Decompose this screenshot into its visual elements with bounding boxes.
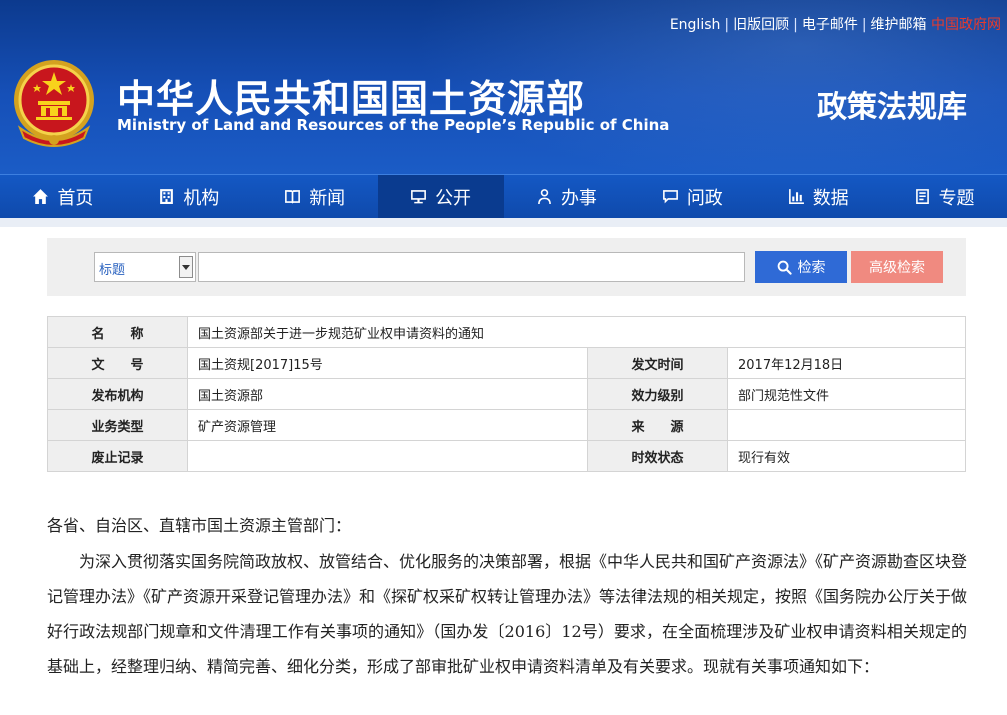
paragraph: 为深入贯彻落实国务院简政放权、放管结合、优化服务的决策部署，根据《中华人民共和国… (47, 552, 968, 676)
source-label: 来 源 (587, 409, 728, 441)
nav-item-services[interactable]: 办事 (504, 175, 630, 218)
repeal-label: 废止记录 (47, 440, 188, 472)
search-field-selected: 标题 (99, 263, 126, 278)
salutation: 各省、自治区、直辖市国土资源主管部门： (47, 516, 352, 535)
nav-label: 新闻 (309, 187, 346, 209)
nav-item-home[interactable]: 首页 (0, 175, 126, 218)
name-value: 国土资源部关于进一步规范矿业权申请资料的通知 (187, 316, 966, 348)
nav-item-org[interactable]: 机构 (126, 175, 252, 218)
org-icon (160, 189, 174, 204)
old-version-link[interactable]: 旧版回顾 (733, 14, 789, 34)
search-button-label: 检索 (797, 259, 826, 275)
issue-date-label: 发文时间 (587, 347, 728, 379)
table-row: 业务类型 矿产资源管理 来 源 (47, 409, 966, 441)
doc-icon (915, 189, 929, 204)
table-row: 发布机构 国土资源部 效力级别 部门规范性文件 (47, 378, 966, 410)
category-value: 矿产资源管理 (187, 409, 588, 441)
issuer-value: 国土资源部 (187, 378, 588, 410)
search-field-select[interactable]: 标题 (94, 252, 196, 282)
issuer-label: 发布机构 (47, 378, 188, 410)
site-title-cn: 中华人民共和国国土资源部 (117, 77, 586, 121)
nav-item-data[interactable]: 数据 (755, 175, 881, 218)
source-value (727, 409, 966, 441)
advanced-search-button[interactable]: 高级检索 (851, 251, 943, 283)
doc-no-value: 国土资规[2017]15号 (187, 347, 588, 379)
nav-label: 机构 (183, 187, 220, 209)
email-link[interactable]: 电子邮件 (802, 14, 858, 34)
table-row: 文 号 国土资规[2017]15号 发文时间 2017年12月18日 (47, 347, 966, 379)
nav-label: 首页 (57, 187, 94, 209)
chart-icon (788, 189, 804, 204)
site-header: English | 旧版回顾 | 电子邮件 | 维护邮箱 中国政府网 中华人民共和国国土资源… (0, 0, 1007, 174)
search-button[interactable]: 检索 (755, 251, 847, 283)
main-nav: 首页 机构 新闻 公开 办事 问政 数据 专题 (0, 174, 1007, 218)
gov-site-link[interactable]: 中国政府网 (931, 14, 1001, 34)
user-icon (538, 189, 551, 204)
name-label: 名 称 (47, 316, 188, 348)
separator: | (793, 17, 798, 33)
nav-label: 办事 (560, 187, 597, 209)
nav-item-news[interactable]: 新闻 (252, 175, 378, 218)
search-icon (777, 260, 792, 275)
nav-label: 专题 (938, 187, 975, 209)
doc-no-label: 文 号 (47, 347, 188, 379)
separator: | (861, 17, 867, 33)
chevron-down-icon[interactable] (179, 256, 193, 278)
maintenance-mail-link[interactable]: 维护邮箱 (871, 14, 927, 34)
repeal-value (187, 440, 588, 472)
separator: | (724, 17, 730, 33)
status-label: 时效状态 (587, 440, 728, 472)
national-emblem-icon (14, 60, 94, 147)
database-name: 政策法规库 (817, 90, 967, 125)
monitor-icon (411, 190, 426, 204)
status-value: 现行有效 (727, 440, 966, 472)
nav-item-inquiry[interactable]: 问政 (629, 175, 755, 218)
nav-label: 问政 (686, 187, 723, 209)
english-link[interactable]: English (670, 17, 721, 33)
nav-item-topics[interactable]: 专题 (881, 175, 1007, 218)
top-links: English | 旧版回顾 | 电子邮件 | 维护邮箱 中国政府网 (670, 14, 1001, 34)
advanced-search-label: 高级检索 (869, 259, 925, 275)
nav-divider (0, 218, 1007, 227)
level-label: 效力级别 (587, 378, 728, 410)
table-row: 名 称 国土资源部关于进一步规范矿业权申请资料的通知 (47, 316, 966, 348)
category-label: 业务类型 (47, 409, 188, 441)
issue-date-value: 2017年12月18日 (727, 347, 966, 379)
nav-label: 数据 (812, 187, 849, 209)
document-body: 各省、自治区、直辖市国土资源主管部门： 为深入贯彻落实国务院简政放权、放管结合、… (47, 508, 967, 684)
search-bar: 标题 检索 高级检索 (47, 238, 966, 296)
table-row: 废止记录 时效状态 现行有效 (47, 440, 966, 472)
site-title-en: Ministry of Land and Resources of the Pe… (117, 116, 670, 134)
nav-item-public[interactable]: 公开 (377, 175, 504, 218)
document-info-table: 名 称 国土资源部关于进一步规范矿业权申请资料的通知 文 号 国土资规[2017… (47, 316, 966, 472)
search-input[interactable] (198, 252, 745, 282)
chat-icon (662, 190, 678, 204)
home-icon (33, 189, 49, 204)
level-value: 部门规范性文件 (727, 378, 966, 410)
nav-label: 公开 (435, 187, 472, 209)
news-icon (285, 190, 301, 204)
